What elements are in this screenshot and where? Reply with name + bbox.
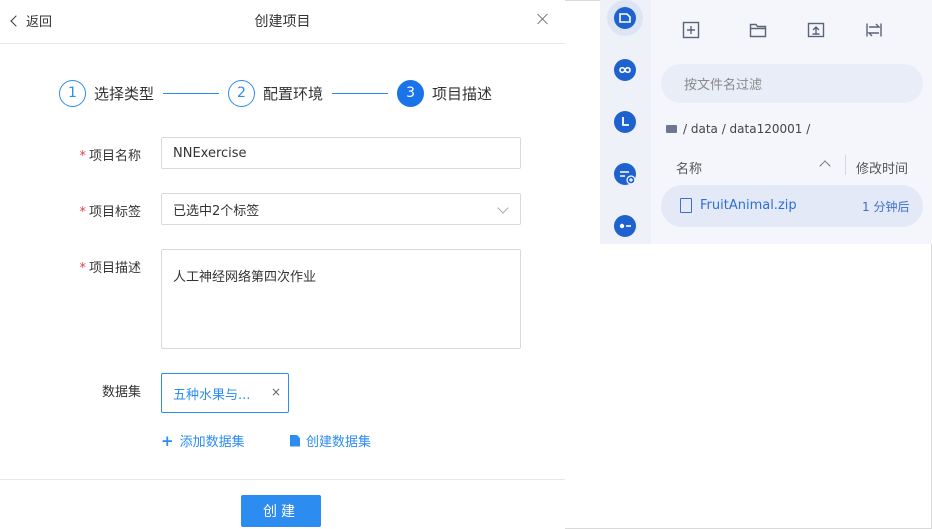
breadcrumb: / data / data120001 / [666, 122, 810, 136]
step-label: 选择类型 [94, 84, 155, 103]
create-project-dialog: 返回 创建项目 1 选择类型 2 配置环境 3 项目描述 * 项目名称 NNExe… [0, 0, 565, 529]
step-number: 1 [59, 79, 86, 107]
infinity-icon[interactable] [614, 59, 636, 81]
project-tags-label: * 项目标签 [51, 201, 141, 220]
step-3: 3 项目描述 [397, 79, 493, 107]
clock-glyph [622, 117, 629, 126]
plus-icon: + [161, 431, 174, 450]
create-dataset-link[interactable]: 创建数据集 [290, 431, 371, 450]
infinity-glyph [619, 66, 631, 74]
add-dataset-label: 添加数据集 [179, 435, 245, 450]
notebook-glyph [619, 13, 631, 23]
breadcrumb-path[interactable]: / data / data120001 / [683, 122, 810, 136]
project-desc-value: 人工神经网络第四次作业 [173, 270, 317, 285]
step-label: 配置环境 [263, 84, 324, 103]
project-desc-label: * 项目描述 [51, 257, 141, 276]
chevron-down-icon [497, 202, 509, 214]
create-button[interactable]: 创建 [241, 495, 321, 527]
file-name: FruitAnimal.zip [700, 198, 797, 213]
project-name-input[interactable]: NNExercise [161, 137, 521, 169]
dataset-tag[interactable]: 五种水果与... × [161, 373, 289, 413]
add-dataset-link[interactable]: + 添加数据集 [161, 431, 245, 451]
project-tags-label-text: 项目标签 [88, 205, 141, 220]
step-1: 1 选择类型 [59, 79, 155, 107]
refresh-icon[interactable] [865, 21, 883, 39]
stepper: 1 选择类型 2 配置环境 3 项目描述 [59, 79, 492, 107]
toggle-icon[interactable] [614, 215, 636, 237]
file-row[interactable]: FruitAnimal.zip 1 分钟后 [661, 185, 923, 227]
required-mark: * [79, 205, 86, 220]
project-tags-value: 已选中2个标签 [173, 203, 260, 219]
notebook-icon[interactable] [614, 7, 636, 29]
project-tags-select[interactable]: 已选中2个标签 [161, 193, 521, 225]
column-header-modified[interactable]: 修改时间 [856, 158, 908, 177]
step-connector [163, 92, 220, 94]
close-icon[interactable] [536, 12, 550, 26]
folder-icon[interactable] [666, 125, 677, 133]
dataset-label: 数据集 [101, 385, 141, 400]
project-desc-textarea[interactable]: 人工神经网络第四次作业 [161, 249, 521, 349]
step-2: 2 配置环境 [228, 79, 324, 107]
clock-icon[interactable] [614, 111, 636, 133]
required-mark: * [79, 149, 86, 164]
filter-input[interactable]: 按文件名过滤 [661, 64, 923, 103]
required-mark: * [79, 261, 86, 276]
file-modified: 1 分钟后 [862, 200, 910, 214]
new-file-icon[interactable] [682, 21, 700, 39]
filter-placeholder: 按文件名过滤 [684, 78, 763, 93]
project-name-label: * 项目名称 [51, 145, 141, 164]
upload-icon[interactable] [807, 21, 825, 39]
step-number: 2 [228, 79, 256, 107]
document-icon [290, 434, 300, 447]
project-name-label-text: 项目名称 [88, 149, 141, 164]
step-label: 项目描述 [432, 84, 493, 103]
step-number: 3 [397, 79, 425, 107]
project-desc-label-text: 项目描述 [88, 261, 141, 276]
folder-icon[interactable] [749, 21, 767, 39]
file-icon [680, 198, 692, 213]
toggle-glyph [619, 223, 631, 229]
dialog-header: 返回 创建项目 [0, 0, 565, 44]
dialog-title: 创建项目 [254, 14, 311, 30]
dataset-tag-label: 五种水果与... [173, 387, 251, 403]
column-header-name[interactable]: 名称 [676, 158, 702, 177]
add-list-icon[interactable] [614, 163, 636, 185]
footer-divider [0, 479, 565, 480]
column-separator[interactable] [845, 155, 846, 175]
step-connector [332, 92, 389, 94]
create-dataset-label: 创建数据集 [306, 435, 372, 450]
project-name-value: NNExercise [173, 145, 247, 161]
remove-tag-icon[interactable]: × [271, 385, 281, 399]
add-list-glyph [620, 171, 636, 185]
